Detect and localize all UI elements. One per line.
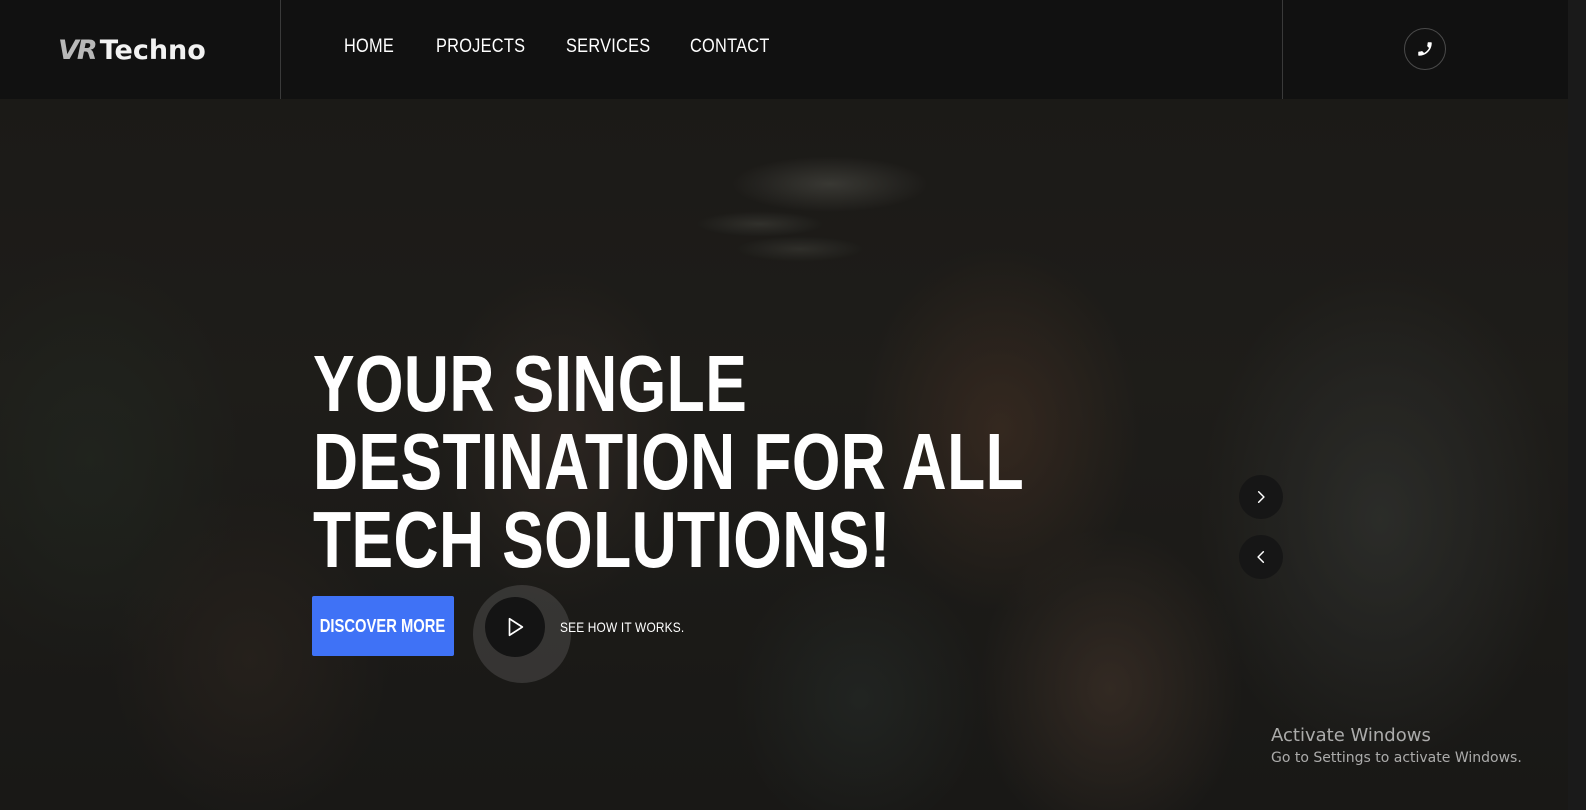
logo-text: Techno	[99, 34, 206, 66]
play-video-button[interactable]	[485, 597, 545, 657]
headline-line-1: YOUR SINGLE	[313, 339, 748, 428]
logo-mark: VR	[58, 34, 98, 66]
phone-icon	[1418, 42, 1432, 56]
nav-item-services[interactable]: SERVICES	[566, 36, 650, 58]
activate-windows-subtitle: Go to Settings to activate Windows.	[1271, 750, 1522, 766]
play-icon	[508, 617, 524, 637]
activate-windows-title: Activate Windows	[1271, 725, 1431, 746]
page-scrollbar[interactable]	[1568, 0, 1586, 810]
header-divider-right	[1282, 0, 1283, 99]
hero-headline: YOUR SINGLE DESTINATION FOR ALL TECH SOL…	[313, 339, 1025, 584]
chevron-right-icon	[1257, 490, 1265, 504]
nav-item-home[interactable]: HOME	[344, 36, 394, 58]
site-logo[interactable]: VR Techno	[58, 30, 206, 70]
headline-line-2: DESTINATION FOR ALL	[313, 417, 1025, 506]
chevron-left-icon	[1257, 550, 1265, 564]
site-header: VR Techno HOME PROJECTS SERVICES CONTACT	[0, 0, 1568, 99]
see-how-it-works-link[interactable]: SEE HOW IT WORKS.	[560, 619, 684, 635]
phone-button[interactable]	[1404, 28, 1446, 70]
discover-more-label: DISCOVER MORE	[320, 615, 446, 636]
slider-prev-button[interactable]	[1239, 535, 1283, 579]
header-divider-left	[280, 0, 281, 99]
headline-line-3: TECH SOLUTIONS!	[313, 495, 891, 584]
nav-item-contact[interactable]: CONTACT	[690, 36, 770, 58]
discover-more-button[interactable]: DISCOVER MORE	[312, 596, 454, 656]
nav-item-projects[interactable]: PROJECTS	[436, 36, 525, 58]
activate-windows-watermark: Activate Windows Go to Settings to activ…	[1271, 725, 1522, 766]
main-nav: HOME PROJECTS SERVICES CONTACT	[344, 36, 831, 58]
slider-next-button[interactable]	[1239, 475, 1283, 519]
